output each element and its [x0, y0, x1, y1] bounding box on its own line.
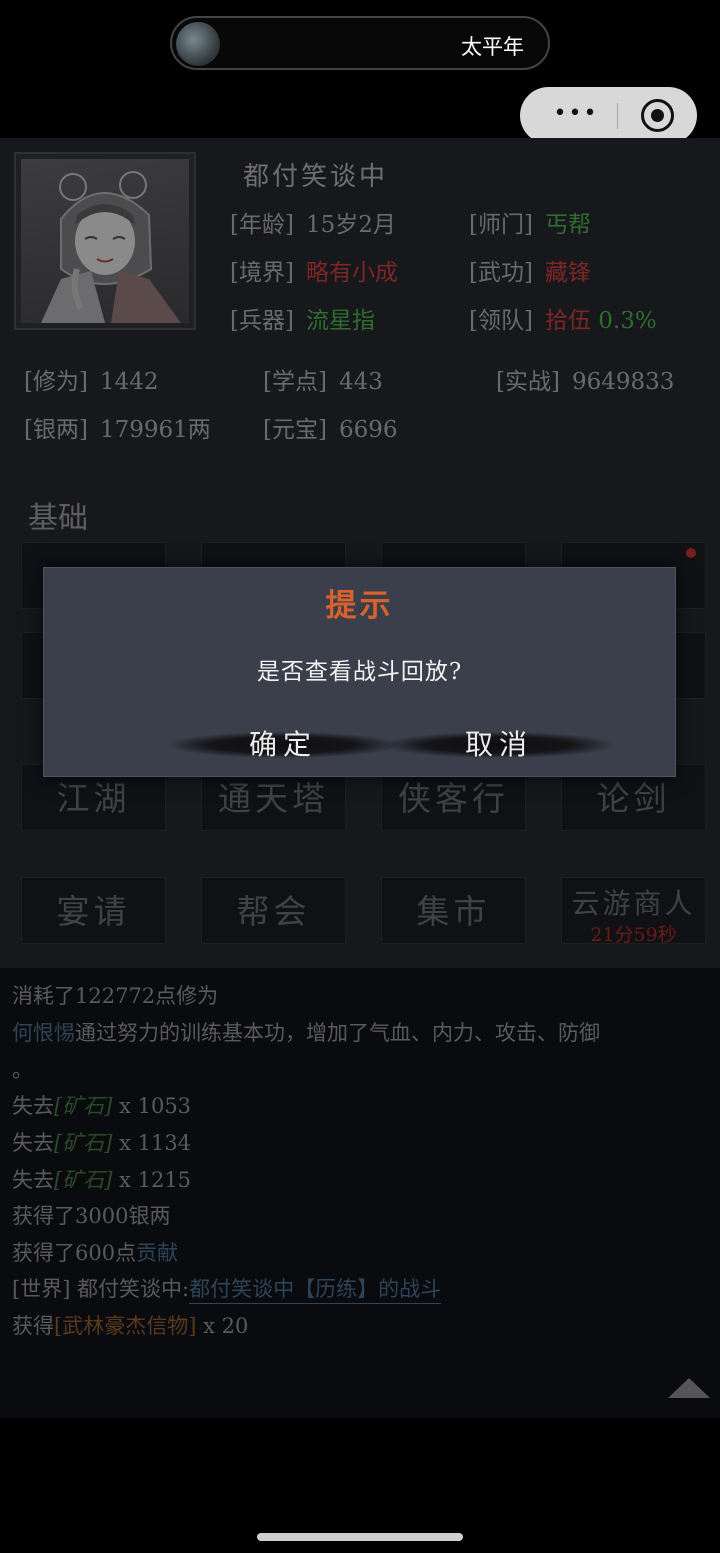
realm-label: [境界] [230, 260, 294, 286]
combat-value: 9649833 [571, 369, 675, 395]
log-line: 何恨惕通过努力的训练基本功，增加了气血、内力、攻击、防御 [12, 1017, 600, 1047]
log-line: 失去[矿石] x 1215 [12, 1164, 191, 1194]
weapon-value[interactable]: 流星指 [306, 308, 375, 334]
ingot-value: 6696 [338, 417, 398, 443]
target-close-icon[interactable] [641, 99, 674, 132]
cultivation-value: 1442 [99, 369, 159, 395]
capsule-divider [617, 103, 618, 129]
player-link[interactable]: 何恨惕 [12, 1021, 75, 1045]
battle-replay-dialog: 提示 是否查看战斗回放? 确定 取消 [43, 567, 676, 777]
notification-dot [686, 548, 696, 558]
silver-stat: [银两] 179961两 [24, 410, 211, 444]
item-link-ore[interactable]: [矿石] [54, 1168, 112, 1192]
dialog-title: 提示 [325, 588, 394, 624]
miniapp-capsule: ••• [520, 87, 697, 144]
log-line: 获得了600点贡献 [12, 1237, 178, 1267]
item-link-ore[interactable]: [矿石] [54, 1094, 112, 1118]
skill-stat: [武功] 藏锋 [469, 253, 591, 287]
merchant-name: 云游商人 [571, 887, 696, 920]
tile-traveling-merchant[interactable]: 云游商人 21分59秒 [561, 877, 706, 946]
item-link-token[interactable]: [武林豪杰信物] [54, 1314, 196, 1338]
cultivation-label: [修为] [24, 369, 88, 395]
log-text: 失去 [12, 1131, 54, 1155]
game-panel: 都付笑谈中 [年龄] 15岁2月 [师门] 丐帮 [境界] 略有小成 [武功] 藏锋 [… [0, 138, 720, 968]
character-name: 都付笑谈中 [243, 162, 389, 192]
miniapp-title-pill[interactable]: 太平年 [170, 16, 550, 70]
item-count: x 1134 [119, 1131, 192, 1155]
portrait-image [21, 159, 189, 323]
combat-label: [实战] [496, 369, 560, 395]
world-channel-text: [世界] 都付笑谈中: [12, 1277, 190, 1301]
message-log[interactable]: 消耗了122772点修为 何恨惕通过努力的训练基本功，增加了气血、内力、攻击、防… [0, 968, 720, 1418]
item-count: x 1053 [119, 1094, 192, 1118]
item-count: x 20 [203, 1314, 249, 1338]
sect-stat: [师门] 丐帮 [469, 205, 591, 239]
age-stat: [年龄] 15岁2月 [230, 205, 396, 239]
log-text: 获得了600点 [12, 1241, 137, 1265]
sect-value[interactable]: 丐帮 [545, 212, 591, 238]
battle-replay-link[interactable]: 都付笑谈中【历练】的战斗 [189, 1277, 442, 1304]
miniapp-title: 太平年 [461, 36, 524, 59]
character-portrait[interactable] [14, 152, 196, 330]
study-value: 443 [338, 369, 383, 395]
contribution-link[interactable]: 贡献 [136, 1241, 178, 1265]
weapon-stat: [兵器] 流星指 [230, 301, 375, 335]
log-text: 失去 [12, 1094, 54, 1118]
cancel-button[interactable]: 取消 [384, 720, 614, 770]
study-label: [学点] [263, 369, 327, 395]
ingot-stat: [元宝] 6696 [263, 410, 398, 444]
log-text: 失去 [12, 1168, 54, 1192]
confirm-button-label: 确定 [248, 728, 317, 761]
log-line: 。 [12, 1058, 33, 1082]
weapon-label: [兵器] [230, 308, 294, 334]
study-stat: [学点] 443 [263, 362, 383, 396]
tile-banquet[interactable]: 宴请 [21, 877, 166, 944]
log-text: 通过努力的训练基本功，增加了气血、内力、攻击、防御 [75, 1021, 600, 1045]
merchant-timer: 21分59秒 [590, 924, 677, 946]
silver-value: 179961两 [99, 417, 211, 443]
team-value[interactable]: 拾伍 [545, 308, 591, 334]
more-dots-icon[interactable]: ••• [546, 101, 606, 126]
team-label: [领队] [469, 308, 533, 334]
confirm-button[interactable]: 确定 [168, 720, 398, 770]
tile-guild[interactable]: 帮会 [201, 877, 346, 944]
ingot-label: [元宝] [263, 417, 327, 443]
age-label: [年龄] [230, 212, 294, 238]
skill-label: [武功] [469, 260, 533, 286]
log-line: 获得了3000银两 [12, 1204, 171, 1228]
cancel-button-label: 取消 [464, 728, 533, 761]
sect-label: [师门] [469, 212, 533, 238]
item-count: x 1215 [119, 1168, 192, 1192]
log-line: 失去[矿石] x 1134 [12, 1127, 191, 1157]
combat-stat: [实战] 9649833 [496, 362, 674, 396]
top-bar: 太平年 ••• [0, 0, 720, 144]
tile-market[interactable]: 集市 [381, 877, 526, 944]
age-value: 15岁2月 [305, 212, 396, 238]
silver-label: [银两] [24, 417, 88, 443]
log-line: 消耗了122772点修为 [12, 984, 219, 1008]
dialog-message: 是否查看战斗回放? [256, 659, 463, 685]
section-basic-title: 基础 [28, 501, 88, 536]
item-link-ore[interactable]: [矿石] [54, 1131, 112, 1155]
log-line: [世界] 都付笑谈中:都付笑谈中【历练】的战斗 [12, 1273, 442, 1304]
scroll-up-icon[interactable] [668, 1378, 710, 1398]
miniapp-avatar [176, 22, 220, 66]
team-stat: [领队] 拾伍 0.3% [469, 301, 657, 335]
log-line: 获得[武林豪杰信物] x 20 [12, 1310, 248, 1340]
log-text: 获得 [12, 1314, 54, 1338]
skill-value[interactable]: 藏锋 [545, 260, 591, 286]
log-line: 失去[矿石] x 1053 [12, 1090, 191, 1120]
home-indicator[interactable] [257, 1533, 463, 1541]
realm-stat: [境界] 略有小成 [230, 253, 398, 287]
team-percent: 0.3% [598, 308, 657, 334]
realm-value: 略有小成 [305, 260, 398, 286]
cultivation-stat: [修为] 1442 [24, 362, 159, 396]
